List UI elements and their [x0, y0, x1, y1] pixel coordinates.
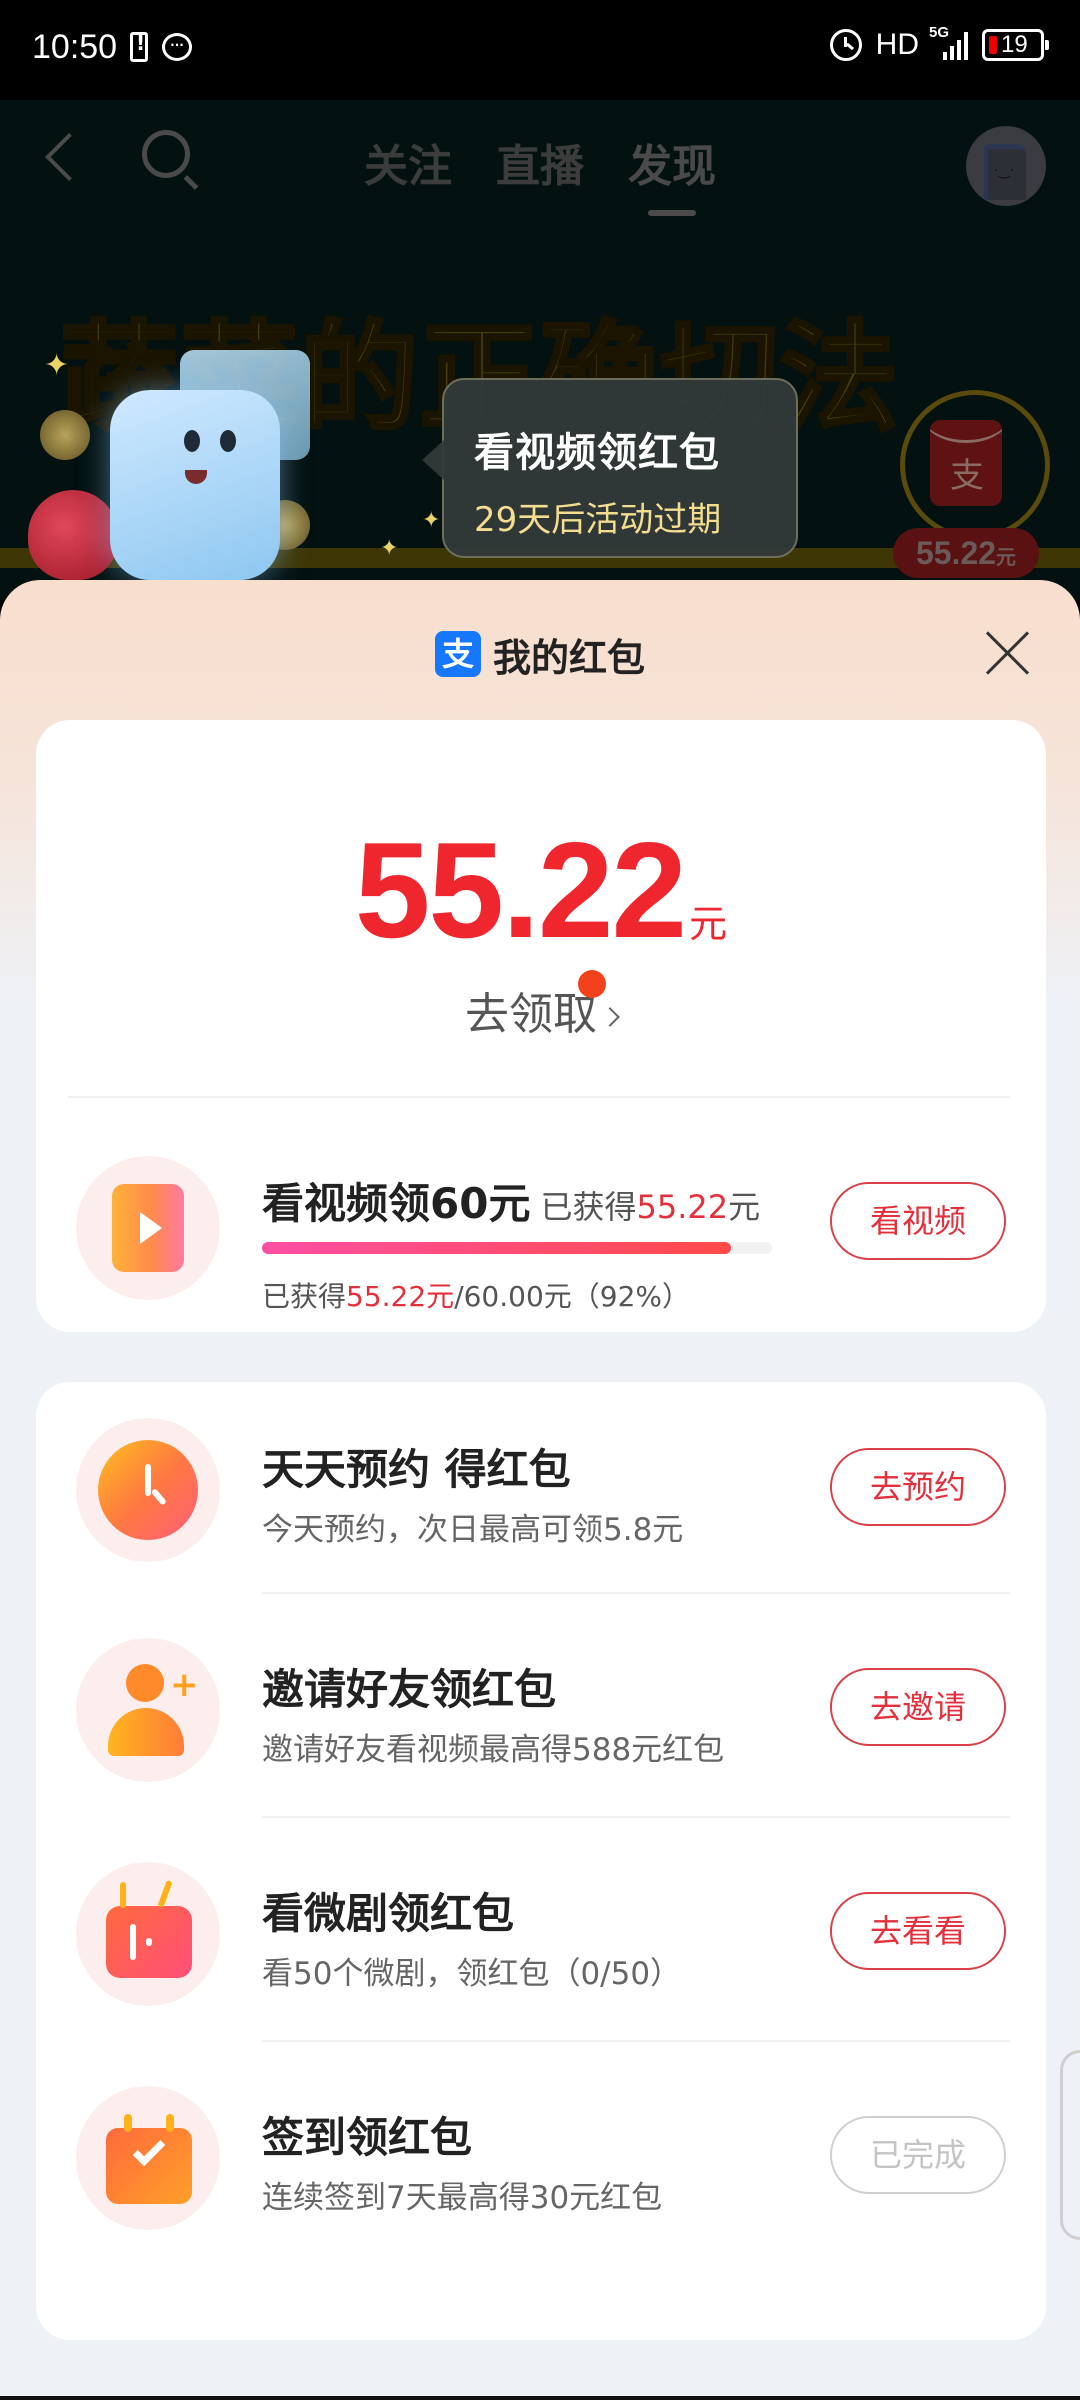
tasks-card: 天天预约 得红包 今天预约，次日最高可领5.8元 去预约 + 邀请好友领红包 邀…	[36, 1382, 1046, 2340]
completed-button: 已完成	[830, 2116, 1006, 2194]
sheet-header: 支 我的红包	[0, 624, 1080, 684]
chevron-right-icon	[600, 1007, 620, 1027]
signal-icon: 5G	[929, 24, 968, 60]
task-row: 看微剧领红包 看50个微剧，领红包（0/50） 去看看	[36, 1826, 1046, 2026]
task-title: 看微剧领红包	[262, 1889, 515, 1938]
sheet-title: 我的红包	[492, 635, 645, 680]
task-title: 看视频领60元 已获得55.22元	[262, 1179, 761, 1228]
task-icon	[76, 1156, 220, 1300]
task-desc: 邀请好友看视频最高得588元红包	[262, 1732, 725, 1768]
red-packet-amount-badge: 55.22元	[893, 528, 1039, 578]
reserve-button[interactable]: 去预约	[830, 1448, 1006, 1526]
divider	[262, 1816, 1010, 1818]
video-reward-tooltip[interactable]: 看视频领红包 29天后活动过期	[422, 378, 798, 558]
divider	[262, 2040, 1010, 2042]
battery-warning-icon	[130, 31, 148, 62]
task-desc: 看50个微剧，领红包（0/50）	[262, 1956, 682, 1992]
red-packet-icon[interactable]: 支	[930, 420, 1002, 506]
watch-drama-button[interactable]: 去看看	[830, 1892, 1006, 1970]
progress-text: 已获得55.22元/60.00元（92%）	[262, 1280, 691, 1313]
task-row: + 邀请好友领红包 邀请好友看视频最高得588元红包 去邀请	[36, 1602, 1046, 1802]
divider	[262, 1592, 1010, 1594]
progress-bar	[262, 1242, 772, 1254]
sparkle-icon: ✦	[422, 508, 441, 533]
network-label: HD	[875, 28, 919, 61]
clock-icon	[98, 1440, 198, 1540]
side-drawer-handle[interactable]	[1060, 2050, 1080, 2240]
watch-video-button[interactable]: 看视频	[830, 1182, 1006, 1260]
add-friend-icon: +	[108, 1664, 199, 1760]
notification-dot	[578, 970, 606, 998]
sparkle-icon: ✦	[380, 536, 399, 561]
divider	[68, 1096, 1010, 1098]
tooltip-subtitle: 29天后活动过期	[474, 500, 722, 540]
sparkle-icon: ✦	[44, 348, 70, 383]
alarm-icon	[829, 29, 862, 61]
invite-button[interactable]: 去邀请	[830, 1668, 1006, 1746]
task-title: 邀请好友领红包	[262, 1665, 557, 1714]
status-bar: 10:50 ··· HD 5G 19	[0, 0, 1080, 100]
progress-bar-fill	[262, 1242, 732, 1254]
red-packet-sheet: 支 我的红包 55.22 元 去领取 看视频领60元 已获得55.22元 已获得55…	[0, 580, 1080, 2400]
tab-live[interactable]: 直播	[496, 130, 584, 194]
task-title: 天天预约 得红包	[262, 1445, 571, 1494]
task-icon	[76, 1862, 220, 2006]
mascot-image[interactable]	[80, 330, 310, 590]
play-video-icon	[112, 1184, 184, 1272]
task-title: 签到领红包	[262, 2113, 473, 2162]
task-icon: +	[76, 1638, 220, 1782]
tab-follow[interactable]: 关注	[364, 130, 452, 194]
task-icon	[76, 1418, 220, 1562]
message-icon: ···	[162, 33, 192, 61]
bottom-edge	[0, 2396, 1080, 2400]
task-row: 天天预约 得红包 今天预约，次日最高可领5.8元 去预约	[36, 1382, 1046, 1582]
alipay-logo-icon: 支	[434, 631, 481, 677]
close-icon[interactable]	[984, 630, 1030, 676]
status-time: 10:50	[32, 28, 118, 66]
balance-card: 55.22 元 去领取 看视频领60元 已获得55.22元 已获得55.22元/60…	[36, 720, 1046, 1332]
claim-link[interactable]: 去领取	[36, 978, 1046, 1042]
calendar-check-icon	[106, 2114, 192, 2204]
nav-tabs: 关注 直播 发现	[0, 130, 1080, 216]
video-task-row: 看视频领60元 已获得55.22元 已获得55.22元/60.00元（92%） 看…	[36, 1120, 1046, 1320]
network-type: 5G	[929, 24, 950, 41]
tooltip-title: 看视频领红包	[474, 430, 720, 476]
tab-discover[interactable]: 发现	[628, 130, 716, 216]
battery-icon: 19	[982, 29, 1049, 61]
task-row: 签到领红包 连续签到7天最高得30元红包 已完成	[36, 2050, 1046, 2250]
balance-amount: 55.22 元	[354, 814, 728, 966]
mini-drama-tv-icon	[106, 1882, 192, 1978]
task-icon	[76, 2086, 220, 2230]
task-desc: 今天预约，次日最高可领5.8元	[262, 1512, 684, 1548]
task-desc: 连续签到7天最高得30元红包	[262, 2180, 663, 2216]
avatar[interactable]	[966, 126, 1046, 206]
battery-level: 19	[1001, 31, 1028, 58]
